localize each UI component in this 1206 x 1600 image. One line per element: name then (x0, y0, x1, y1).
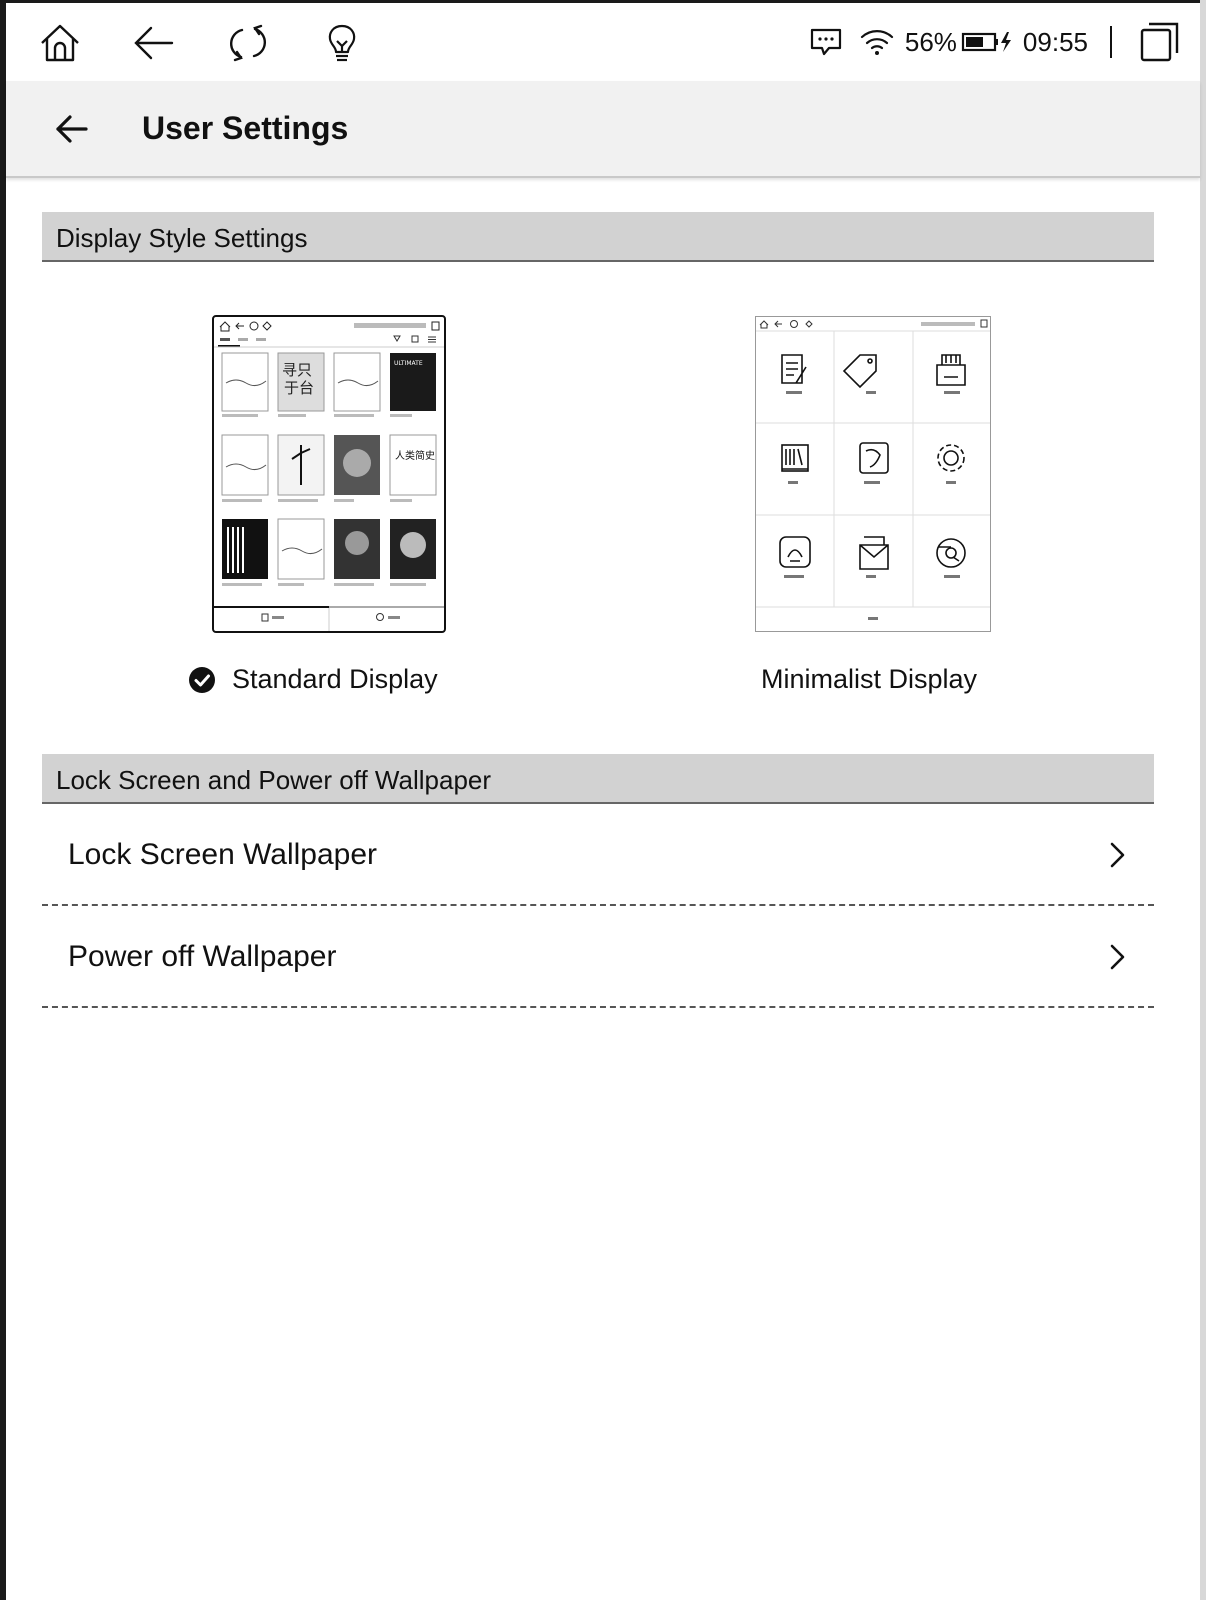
svg-text:于台: 于台 (284, 379, 314, 397)
screen-bezel-right (1200, 0, 1206, 1600)
chevron-right-icon (1110, 842, 1125, 868)
wifi-icon (860, 30, 893, 55)
svg-text:ULTIMATE: ULTIMATE (394, 360, 423, 367)
system-status-bar: 56% 09:55 (6, 3, 1200, 81)
home-icon[interactable] (38, 21, 82, 65)
lightbulb-icon[interactable] (320, 21, 364, 65)
svg-text:寻只: 寻只 (282, 361, 312, 379)
chat-icon (810, 28, 841, 56)
page-title: User Settings (142, 110, 349, 146)
battery-percent: 56% (904, 26, 957, 57)
row-divider (42, 1006, 1154, 1008)
power-off-wallpaper-row[interactable]: Power off Wallpaper (42, 906, 1154, 1008)
standard-display-thumbnail: 寻只 于台 ULTIMATE 人类简史 (214, 321, 444, 631)
minimalist-display-thumbnail (756, 319, 990, 620)
minimalist-display-label: Minimalist Display (761, 664, 978, 694)
section-title: Lock Screen and Power off Wallpaper (56, 765, 492, 795)
app-header: User Settings (6, 81, 1200, 178)
row-label: Power off Wallpaper (68, 940, 337, 973)
back-arrow-icon[interactable] (132, 21, 176, 65)
status-divider (1110, 26, 1112, 58)
chevron-right-icon (1110, 944, 1125, 970)
standard-display-preview[interactable]: 寻只 于台 ULTIMATE 人类简史 (212, 315, 446, 633)
svg-text:人类简史: 人类简史 (395, 449, 435, 462)
lock-screen-wallpaper-row[interactable]: Lock Screen Wallpaper (42, 804, 1154, 906)
refresh-icon[interactable] (226, 21, 270, 65)
standard-display-label: Standard Display (232, 664, 438, 694)
window-switch-icon[interactable] (1138, 20, 1182, 64)
clock-time: 09:55 (1022, 26, 1088, 57)
checkmark-selected-icon (189, 666, 215, 693)
section-header-display-style: Display Style Settings (42, 212, 1154, 262)
back-button[interactable] (50, 107, 94, 151)
battery-charging-icon (961, 32, 1011, 52)
screen-bezel-left (0, 0, 6, 1600)
minimalist-display-preview[interactable] (755, 316, 991, 632)
section-title: Display Style Settings (56, 223, 308, 253)
back-arrow-icon (56, 115, 88, 143)
section-header-wallpaper: Lock Screen and Power off Wallpaper (42, 754, 1154, 804)
standard-display-option[interactable]: Standard Display (188, 664, 438, 695)
minimalist-display-option[interactable]: Minimalist Display (761, 664, 977, 695)
row-label: Lock Screen Wallpaper (68, 838, 378, 871)
